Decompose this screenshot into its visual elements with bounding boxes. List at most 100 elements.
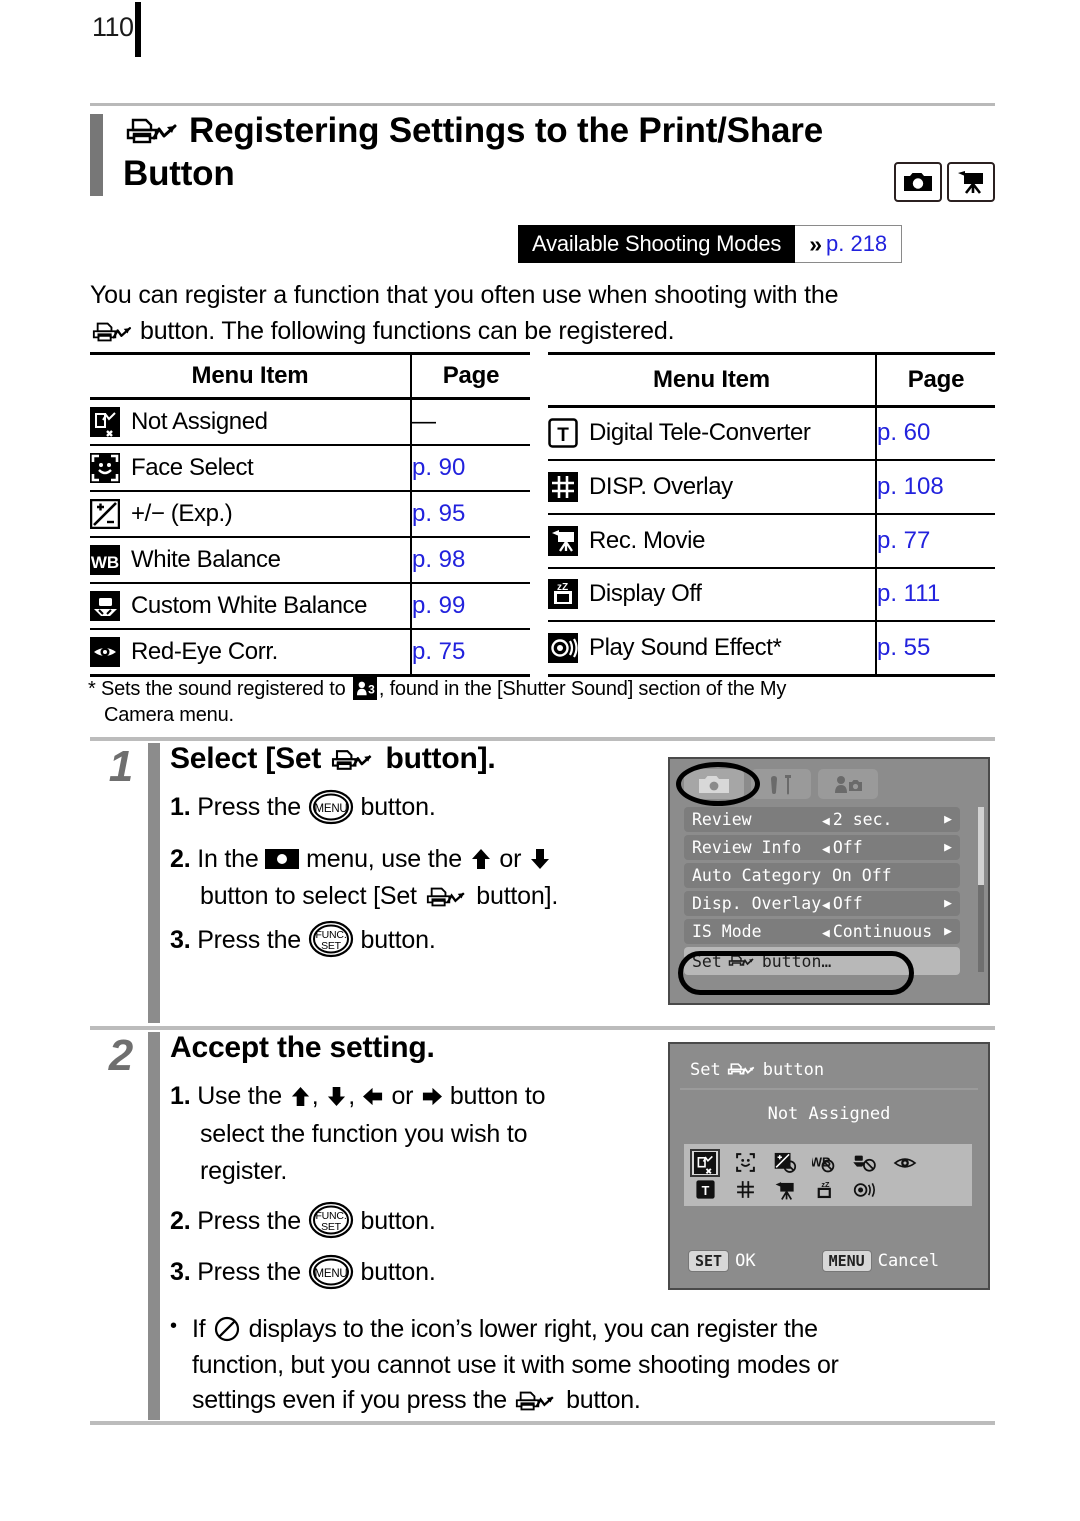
page-reference[interactable]: p. 95 [410, 491, 530, 538]
lcd-row-right-arrow[interactable]: ▶ [944, 812, 952, 827]
note-bullet: • If displays to the icon’s lower right,… [170, 1312, 1000, 1419]
step-2-accent-bar [148, 1032, 160, 1420]
svg-text:WB: WB [812, 1155, 831, 1169]
lcd-row-label: Review [692, 810, 752, 829]
play-sound-effect-icon[interactable] [852, 1178, 878, 1202]
lcd-row-value: On Off [832, 866, 892, 885]
substep-text-pre: Use the [197, 1082, 282, 1110]
face-select-icon [90, 453, 120, 483]
page-reference[interactable]: p. 55 [875, 621, 995, 678]
lcd-menu-row-review-info[interactable]: Review Info ◀ Off ▶ [684, 835, 960, 860]
digital-tele-converter-icon: T [548, 418, 578, 449]
menu-item-label: White Balance [131, 546, 281, 573]
svg-text:T: T [701, 1184, 709, 1198]
lcd-menu-row-auto-category[interactable]: Auto Category On Off [684, 863, 960, 888]
custom-white-balance-disabled-icon[interactable] [852, 1151, 878, 1175]
exposure-comp-disabled-icon[interactable] [772, 1151, 798, 1175]
svg-text:SET: SET [321, 1221, 342, 1233]
lcd-row-right-arrow[interactable]: ▶ [944, 924, 952, 939]
page-reference[interactable]: p. 108 [875, 460, 995, 515]
page-reference[interactable]: p. 75 [410, 629, 530, 677]
lcd-menu-row-set-print-share-button[interactable]: Set button… [684, 947, 960, 975]
page-reference[interactable]: p. 90 [410, 445, 530, 492]
left-arrow-icon [362, 1086, 385, 1107]
lcd-row-label: Disp. Overlay [692, 894, 822, 913]
lcd-row-label-post: button… [761, 951, 832, 971]
red-eye-corr-icon[interactable] [892, 1151, 918, 1175]
rec-movie-icon[interactable] [772, 1178, 798, 1202]
print-share-icon-inline [90, 320, 136, 344]
page-reference-218[interactable]: p. 218 [826, 231, 887, 257]
substep-text-post: button. [360, 793, 436, 821]
column-header-page: Page [410, 352, 530, 400]
menu-item-label: Display Off [589, 580, 702, 608]
column-header-page: Page [875, 352, 995, 408]
digital-tele-converter-icon[interactable]: T [692, 1178, 718, 1202]
available-shooting-modes-page-ref[interactable]: » p. 218 [795, 225, 903, 263]
exposure-comp-icon [90, 499, 120, 529]
face-select-icon[interactable] [732, 1151, 758, 1175]
lcd-row-right-arrow[interactable]: ▶ [944, 896, 952, 911]
lcd-menu-cancel-hint: MENU Cancel [821, 1250, 940, 1272]
page-title: Registering Settings to the Print/Share … [123, 110, 923, 195]
svg-text:zZ: zZ [821, 1180, 830, 1189]
page-reference[interactable]: p. 99 [410, 583, 530, 630]
page-title-line2: Button [123, 153, 235, 193]
not-assigned-icon [90, 407, 120, 437]
substep-text-post: button. [360, 1206, 436, 1235]
white-balance-icon: WB [90, 545, 120, 575]
wrench-tools-tab-icon[interactable] [751, 769, 811, 799]
lcd-row-right-arrow[interactable]: ▶ [944, 840, 952, 855]
disp-overlay-icon[interactable] [732, 1178, 758, 1202]
lcd-scrollbar[interactable] [978, 807, 984, 972]
bullet-line3-pre: settings even if you press the [192, 1386, 507, 1414]
substep-number: 3. [170, 1258, 191, 1286]
prohibited-icon [214, 1316, 240, 1342]
lcd-icon-row-2: T zZ [684, 1178, 972, 1202]
func-set-button-icon: FUNC. SET [308, 1201, 354, 1251]
lcd-icon-row-1: WB [684, 1148, 972, 1177]
lcd-menu-row-disp-overlay[interactable]: Disp. Overlay ◀ Off ▶ [684, 891, 960, 916]
display-off-icon[interactable]: zZ [812, 1178, 838, 1202]
substep: 3. Press the MENU button. [170, 1254, 700, 1302]
table-header-row: Menu Item Page [90, 352, 530, 400]
bullet-pre: If [192, 1315, 206, 1343]
lcd-row-label-pre: Set [692, 951, 722, 971]
substep: 3. Press the FUNC. SET button. [170, 920, 700, 970]
substep-line2: select the function you wish to [200, 1119, 528, 1148]
white-balance-disabled-icon[interactable]: WB [812, 1151, 838, 1175]
page-reference[interactable]: p. 77 [875, 513, 995, 569]
lcd-menu-row-review[interactable]: Review ◀ 2 sec. ▶ [684, 807, 960, 832]
substep-number: 1. [170, 1082, 191, 1110]
table-row: +/− (Exp.) p. 95 [90, 491, 530, 538]
substep-text-pre: Press the [197, 1206, 302, 1235]
custom-white-balance-icon [90, 591, 120, 621]
mode-icons-group [894, 162, 995, 202]
print-share-icon-inline [329, 748, 377, 772]
print-share-icon-inline [725, 1062, 759, 1078]
page-reference[interactable]: p. 111 [875, 567, 995, 623]
footnote-part3: Camera menu. [104, 704, 234, 727]
print-share-icon-inline [513, 1389, 559, 1413]
lcd-title-post: button [762, 1060, 825, 1080]
page-reference[interactable]: p. 60 [875, 406, 995, 462]
available-shooting-modes-badge[interactable]: Available Shooting Modes » p. 218 [518, 225, 903, 263]
up-arrow-icon [469, 848, 493, 870]
step-2-number: 2 [108, 1031, 134, 1080]
page-reference[interactable]: p. 98 [410, 537, 530, 584]
lcd-set-button-title: Set button [690, 1060, 824, 1080]
page-number-bar [134, 2, 141, 57]
lcd-row-label: Review Info [692, 838, 802, 857]
not-assigned-icon[interactable] [690, 1148, 720, 1177]
menu-cancel-label: Cancel [877, 1251, 940, 1271]
bottom-divider [90, 1421, 995, 1425]
page-title-block: Registering Settings to the Print/Share … [90, 110, 995, 202]
lcd-menu-row-is-mode[interactable]: IS Mode ◀ Continuous ▶ [684, 919, 960, 944]
camera-tab-icon[interactable] [684, 769, 744, 799]
print-share-icon-inline [424, 885, 470, 909]
page-reference: — [410, 398, 530, 446]
func-set-button-icon: FUNC. SET [308, 920, 354, 970]
lcd-footer-hints: SET OK MENU Cancel [688, 1250, 939, 1272]
my-camera-tab-icon[interactable] [818, 769, 878, 799]
step-1-number: 1 [108, 742, 134, 791]
